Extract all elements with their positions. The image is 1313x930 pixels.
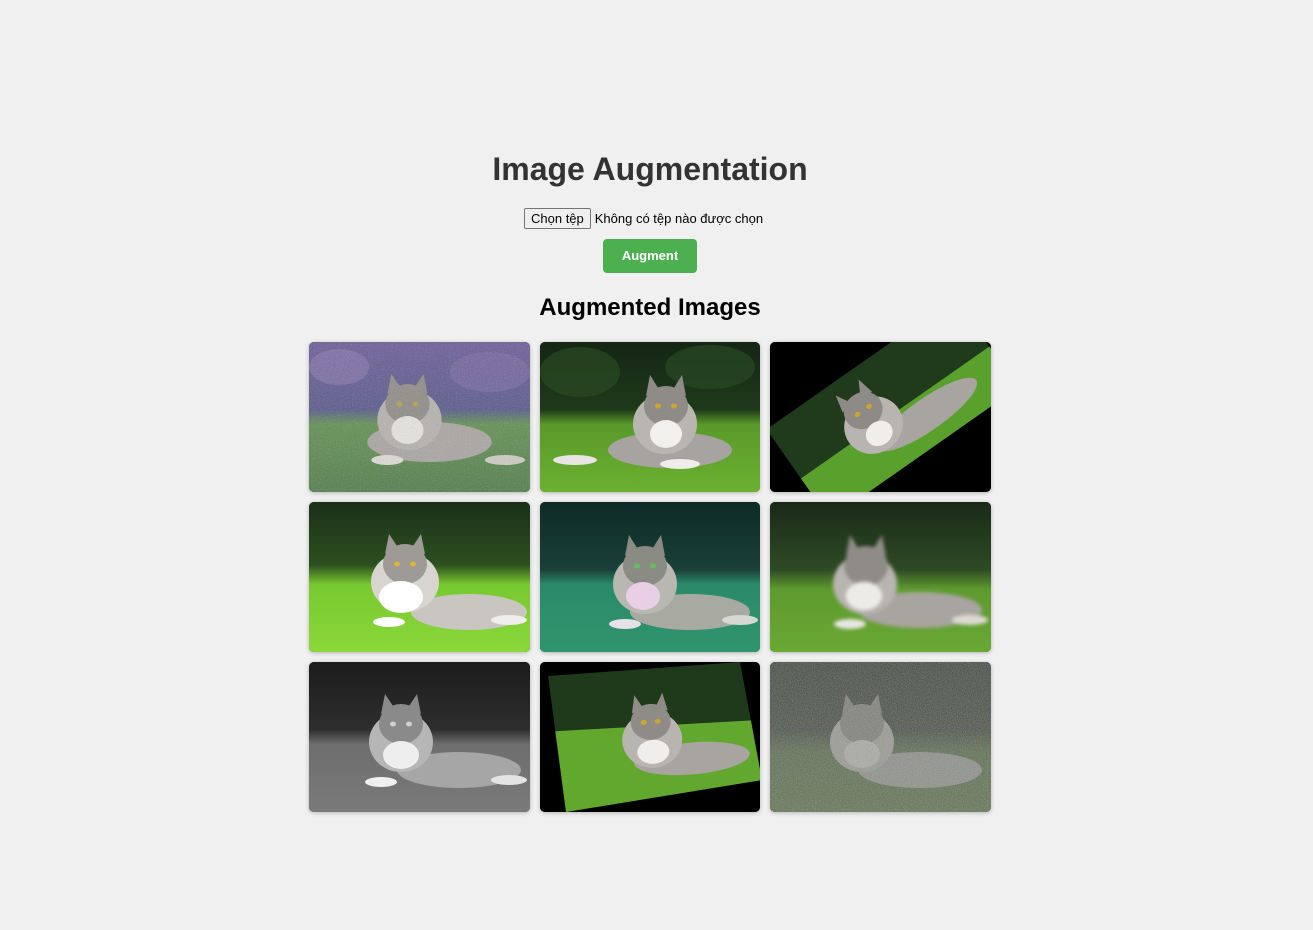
choose-file-button[interactable]: Chọn tệp <box>524 208 591 229</box>
augmented-image-8 <box>540 662 760 812</box>
cat-image-noisy <box>770 662 991 812</box>
cat-image-original <box>540 342 760 492</box>
augmented-image-5 <box>540 502 760 652</box>
cat-image-grayscale <box>309 662 530 812</box>
augment-button[interactable]: Augment <box>603 239 697 273</box>
cat-image-color-jitter <box>309 342 530 492</box>
page-title: Image Augmentation <box>492 151 808 187</box>
augmented-image-6 <box>770 502 991 652</box>
file-status-text: Không có tệp nào được chọn <box>594 211 764 226</box>
cat-image-blurred <box>770 502 991 652</box>
cat-image-hue-shift <box>540 502 760 652</box>
augmented-image-4 <box>309 502 530 652</box>
augmented-image-3 <box>770 342 991 492</box>
augmented-images-grid <box>309 342 991 812</box>
augmented-image-7 <box>309 662 530 812</box>
augmented-image-9 <box>770 662 991 812</box>
augmented-image-1 <box>309 342 530 492</box>
augmented-image-2 <box>540 342 760 492</box>
cat-image-rotated <box>770 342 991 492</box>
cat-image-bright <box>309 502 530 652</box>
cat-image-affine <box>540 662 760 812</box>
file-input[interactable]: Chọn tệp Không có tệp nào được chọn <box>524 208 763 229</box>
results-heading: Augmented Images <box>539 294 761 321</box>
